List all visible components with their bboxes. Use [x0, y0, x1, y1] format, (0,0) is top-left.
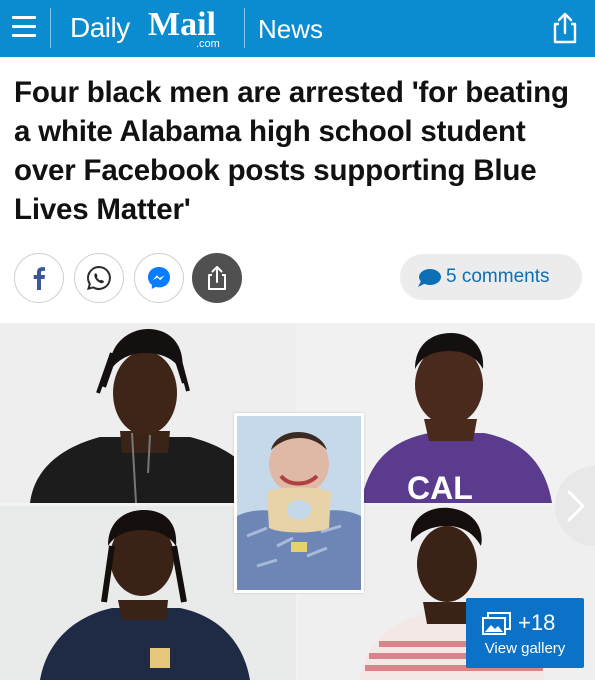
gallery-icon	[482, 612, 511, 635]
more-share-button[interactable]	[192, 253, 242, 303]
gallery-count: +18	[518, 610, 556, 635]
hamburger-menu-icon[interactable]	[12, 14, 36, 40]
facebook-share-button[interactable]	[14, 253, 64, 303]
messenger-share-button[interactable]	[134, 253, 184, 303]
comments-button[interactable]: 5 comments	[400, 254, 582, 300]
top-nav-bar: Daily Mail .com News	[0, 0, 595, 57]
logo-com-text: .com	[196, 38, 220, 50]
view-gallery-button[interactable]: +18 View gallery	[466, 598, 584, 668]
comment-bubble-icon	[418, 269, 441, 287]
facebook-icon	[33, 267, 46, 290]
section-title[interactable]: News	[258, 14, 323, 45]
shirt-text: CAL	[407, 470, 473, 503]
logo-daily-text: Daily	[70, 12, 130, 43]
whatsapp-icon	[87, 265, 111, 290]
messenger-icon	[148, 267, 170, 289]
chevron-right-icon	[567, 490, 585, 522]
view-gallery-label: View gallery	[484, 640, 566, 657]
nav-divider	[50, 8, 51, 48]
comments-count: 5 comments	[446, 266, 550, 287]
whatsapp-share-button[interactable]	[74, 253, 124, 303]
share-icon	[208, 266, 226, 290]
article-headline: Four black men are arrested 'for beating…	[14, 76, 569, 226]
hospital-photo[interactable]	[234, 413, 364, 593]
nav-divider	[244, 8, 245, 48]
share-icon[interactable]	[550, 12, 580, 44]
